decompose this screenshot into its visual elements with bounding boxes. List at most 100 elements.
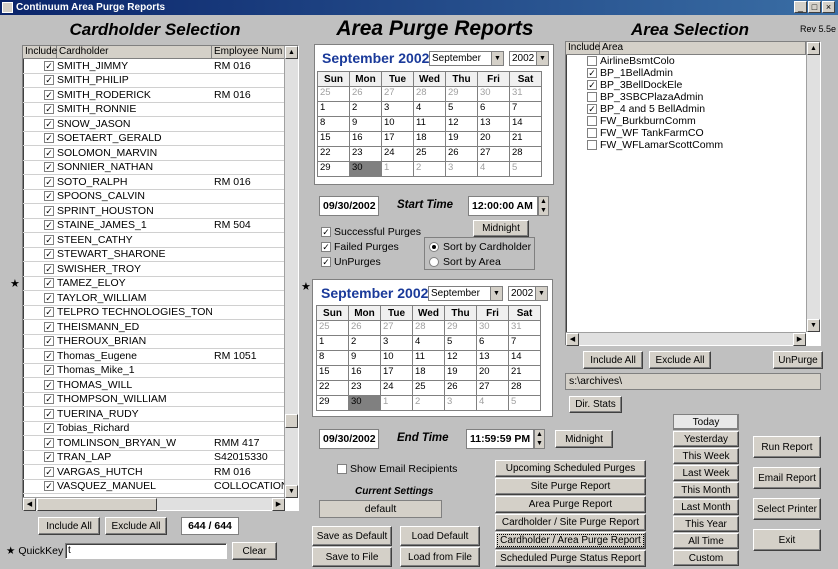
start-day-cell[interactable]: 2 bbox=[413, 161, 446, 177]
checkbox-icon[interactable]: ✓ bbox=[44, 234, 54, 245]
report-scheduled-status-button[interactable]: Scheduled Purge Status Report bbox=[495, 550, 646, 567]
include-cell[interactable]: ✓ bbox=[23, 89, 57, 100]
checkbox-icon[interactable] bbox=[337, 464, 347, 474]
table-row[interactable]: ✓ TAYLOR_WILLIAM bbox=[23, 291, 298, 306]
checkbox-icon[interactable]: ✓ bbox=[44, 350, 54, 361]
list-item[interactable]: AirlineBsmtColo bbox=[566, 55, 820, 67]
include-cell[interactable]: ✓ bbox=[23, 162, 57, 173]
end-day-cell[interactable]: 11 bbox=[412, 350, 445, 366]
checkbox-icon[interactable]: ✓ bbox=[44, 321, 54, 332]
table-row[interactable]: ✓ Thomas_Mike_1 bbox=[23, 364, 298, 378]
unpurge-button[interactable]: UnPurge bbox=[773, 351, 823, 369]
failed-purges-option[interactable]: ✓ Failed Purges bbox=[321, 241, 399, 253]
end-day-cell[interactable]: 4 bbox=[412, 335, 445, 351]
include-cell[interactable]: ✓ bbox=[23, 379, 57, 390]
list-item[interactable]: ✓ BP_4 and 5 BellAdmin bbox=[566, 103, 820, 115]
start-day-cell[interactable]: 22 bbox=[317, 146, 350, 162]
end-day-cell[interactable]: 26 bbox=[348, 320, 381, 336]
end-day-cell[interactable]: 9 bbox=[348, 350, 381, 366]
start-day-cell[interactable]: 15 bbox=[317, 131, 350, 147]
scroll-thumb[interactable] bbox=[285, 414, 298, 428]
checkbox-icon[interactable]: ✓ bbox=[44, 75, 54, 86]
start-day-cell[interactable]: 9 bbox=[349, 116, 382, 132]
include-cell[interactable]: ✓ bbox=[23, 133, 57, 144]
table-row[interactable]: ✓ TELPRO TECHNOLOGIES_TON bbox=[23, 306, 298, 320]
start-day-cell[interactable]: 18 bbox=[413, 131, 446, 147]
end-day-cell[interactable]: 16 bbox=[348, 365, 381, 381]
start-day-cell[interactable]: 30 bbox=[477, 86, 510, 102]
include-cell[interactable]: ✓ bbox=[23, 336, 57, 347]
unpurges-option[interactable]: ✓ UnPurges bbox=[321, 256, 381, 268]
scroll-up-icon[interactable]: ▲ bbox=[807, 42, 820, 55]
start-day-cell[interactable]: 3 bbox=[445, 161, 478, 177]
include-cell[interactable]: ✓ bbox=[23, 191, 57, 202]
range-this-week-button[interactable]: This Week bbox=[673, 448, 739, 464]
scroll-left-icon[interactable]: ◀ bbox=[23, 498, 36, 511]
col-include[interactable]: Include bbox=[23, 46, 57, 59]
start-day-cell[interactable]: 5 bbox=[445, 101, 478, 117]
checkbox-icon[interactable]: ✓ bbox=[44, 292, 54, 303]
checkbox-icon[interactable]: ✓ bbox=[44, 249, 54, 260]
start-day-cell[interactable]: 12 bbox=[445, 116, 478, 132]
cardholder-include-all-button[interactable]: Include All bbox=[38, 517, 100, 535]
end-day-cell[interactable]: 22 bbox=[316, 380, 349, 396]
include-cell[interactable]: ✓ bbox=[23, 466, 57, 477]
checkbox-icon[interactable]: ✓ bbox=[44, 336, 54, 347]
table-row[interactable]: ✓ Thomas_Eugene RM 1051 bbox=[23, 349, 298, 364]
checkbox-icon[interactable]: ✓ bbox=[44, 423, 54, 434]
radio-icon[interactable] bbox=[429, 242, 439, 252]
table-row[interactable]: ✓ STAINE_JAMES_1 RM 504 bbox=[23, 219, 298, 233]
close-button[interactable]: × bbox=[822, 1, 835, 13]
start-day-cell[interactable]: 28 bbox=[413, 86, 446, 102]
area-exclude-all-button[interactable]: Exclude All bbox=[649, 351, 711, 369]
start-day-cell[interactable]: 6 bbox=[477, 101, 510, 117]
end-day-cell[interactable]: 19 bbox=[444, 365, 477, 381]
end-midnight-button[interactable]: Midnight bbox=[555, 430, 613, 448]
include-cell[interactable]: ✓ bbox=[23, 307, 57, 318]
scroll-down-icon[interactable]: ▼ bbox=[807, 319, 820, 332]
start-day-cell[interactable]: 25 bbox=[317, 86, 350, 102]
table-row[interactable]: ✓ THOMAS_WILL bbox=[23, 378, 298, 393]
start-month-select[interactable]: September ▼ bbox=[429, 51, 504, 66]
list-item[interactable]: BP_3SBCPlazaAdmin bbox=[566, 91, 820, 103]
area-hscroll[interactable]: ◀ ▶ bbox=[566, 332, 806, 346]
table-row[interactable]: ✓ TAMEZ_ELOY bbox=[23, 277, 298, 291]
checkbox-icon[interactable]: ✓ bbox=[44, 205, 54, 216]
end-month-select[interactable]: September ▼ bbox=[428, 286, 503, 301]
include-cell[interactable]: ✓ bbox=[23, 423, 57, 434]
end-day-cell[interactable]: 7 bbox=[508, 335, 541, 351]
list-item[interactable]: FW_WF TankFarmCO bbox=[566, 127, 820, 139]
report-site-purge-button[interactable]: Site Purge Report bbox=[495, 478, 646, 495]
include-cell[interactable]: ✓ bbox=[23, 292, 57, 303]
end-day-cell[interactable]: 21 bbox=[508, 365, 541, 381]
table-row[interactable]: ✓ SPRINT_HOUSTON bbox=[23, 204, 298, 219]
report-cardholder-area-button[interactable]: Cardholder / Area Purge Report bbox=[495, 532, 646, 549]
start-day-cell[interactable]: 20 bbox=[477, 131, 510, 147]
table-row[interactable]: ✓ Tobias_Richard bbox=[23, 422, 298, 436]
checkbox-icon[interactable]: ✓ bbox=[44, 220, 54, 231]
checkbox-icon[interactable]: ✓ bbox=[44, 147, 54, 158]
area-vscroll[interactable]: ▲ ▼ bbox=[806, 42, 820, 332]
include-cell[interactable]: ✓ bbox=[23, 437, 57, 448]
end-day-cell[interactable]: 2 bbox=[412, 395, 445, 411]
start-day-cell[interactable]: 29 bbox=[317, 161, 350, 177]
table-row[interactable]: ✓ SOTO_RALPH RM 016 bbox=[23, 175, 298, 190]
successful-purges-option[interactable]: ✓ Successful Purges bbox=[321, 226, 421, 238]
area-include-cell[interactable] bbox=[566, 128, 600, 138]
start-time-field[interactable]: 12:00:00 AM bbox=[468, 196, 538, 216]
checkbox-icon[interactable] bbox=[587, 116, 597, 126]
area-include-cell[interactable]: ✓ bbox=[566, 104, 600, 114]
start-day-cell[interactable]: 13 bbox=[477, 116, 510, 132]
checkbox-icon[interactable]: ✓ bbox=[44, 60, 54, 71]
include-cell[interactable]: ✓ bbox=[23, 147, 57, 158]
table-row[interactable]: ✓ STEWART_SHARONE bbox=[23, 248, 298, 262]
start-day-cell[interactable]: 3 bbox=[381, 101, 414, 117]
end-day-cell[interactable]: 25 bbox=[412, 380, 445, 396]
checkbox-icon[interactable]: ✓ bbox=[44, 466, 54, 477]
end-time-field[interactable]: 11:59:59 PM bbox=[466, 429, 534, 449]
start-day-cell[interactable]: 31 bbox=[509, 86, 542, 102]
range-this-month-button[interactable]: This Month bbox=[673, 482, 739, 498]
checkbox-icon[interactable] bbox=[587, 140, 597, 150]
end-day-cell[interactable]: 14 bbox=[508, 350, 541, 366]
area-include-cell[interactable] bbox=[566, 140, 600, 150]
